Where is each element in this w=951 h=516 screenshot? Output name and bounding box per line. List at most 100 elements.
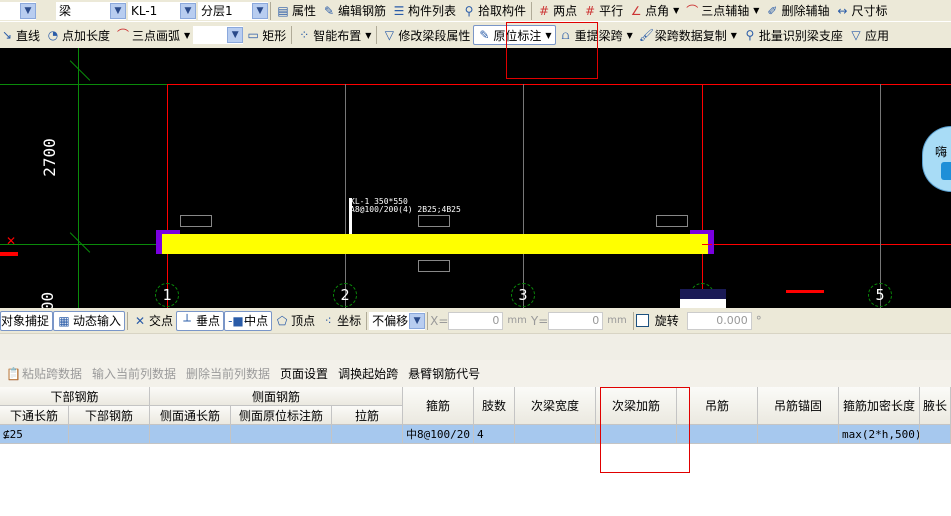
rotate-checkbox[interactable]: [635, 314, 649, 327]
swap-start-span-button[interactable]: 调换起始跨: [338, 364, 398, 384]
table-cell[interactable]: 中8@100/20: [403, 425, 474, 444]
delete-axis-button[interactable]: ✐ 删除辅轴: [762, 1, 832, 21]
in-situ-annotation-icon: ✎: [479, 28, 490, 42]
arc-button[interactable]: ⌒ 三点画弧 ▼: [113, 25, 193, 45]
table-cell[interactable]: [332, 425, 403, 444]
parallel-button[interactable]: # 平行: [580, 1, 626, 21]
y-input[interactable]: 0: [548, 311, 604, 330]
arc-mode-select[interactable]: ▼: [193, 26, 244, 44]
beam-label[interactable]: KL-1 350*550 A8@100/200(4) 2B25;4B25: [350, 198, 461, 214]
span-table: 下部钢筋 侧面钢筋 下通长筋 下部钢筋 侧面通长筋 侧面原位标注筋 拉筋 箍筋 肢数 次梁宽度 次梁…: [0, 387, 951, 444]
rotate-input[interactable]: 0.000: [686, 311, 752, 330]
modify-beam-icon: ▽: [384, 28, 394, 42]
column-group-header: 侧面钢筋: [150, 387, 403, 406]
axis-label: 2: [333, 283, 357, 307]
table-cell[interactable]: [515, 425, 596, 444]
dynamic-input-icon: ▦: [58, 313, 70, 328]
annotation-box[interactable]: [418, 260, 450, 272]
chevron-down-icon: ▼: [180, 2, 196, 19]
column-header: 下通长筋: [0, 406, 69, 425]
delete-axis-icon: ✐: [767, 3, 778, 18]
two-point-button[interactable]: # 两点: [534, 1, 580, 21]
chevron-down-icon: ▼: [227, 27, 244, 43]
annotation-box[interactable]: [418, 215, 450, 227]
column-header: 吊筋锚固: [758, 387, 839, 425]
rectangle-icon: ▭: [247, 28, 259, 42]
name-select[interactable]: KL-1 ▼: [128, 1, 196, 20]
chevron-down-icon: ▼: [409, 312, 426, 329]
modify-beam-button[interactable]: ▽ 修改梁段属性: [379, 25, 473, 45]
delete-column-button[interactable]: 删除当前列数据: [186, 364, 270, 384]
drawing-canvas[interactable]: 2700 00 ✕ KL-1 350*550 A8@100/200(4) 2B2…: [0, 48, 951, 308]
perpendicular-button[interactable]: ┴ 垂点: [176, 310, 225, 331]
element-select[interactable]: 梁 ▼: [56, 1, 126, 20]
help-bubble[interactable]: 嗨: [922, 126, 951, 192]
batch-identify-icon: ⚲: [745, 28, 755, 42]
highlight-box: [600, 387, 690, 473]
table-cell[interactable]: ⊈25: [0, 425, 69, 444]
parallel-axis-icon: #: [585, 3, 596, 18]
page-setup-button[interactable]: 页面设置: [280, 364, 328, 384]
axis-label: 5: [868, 283, 892, 307]
input-column-button[interactable]: 输入当前列数据: [92, 364, 176, 384]
midpoint-icon: -■-: [228, 313, 249, 328]
cantilever-code-button[interactable]: 悬臂钢筋代号: [408, 364, 480, 384]
paste-icon: 📋: [6, 366, 21, 381]
intersection-icon: ✕: [135, 313, 146, 328]
copy-span-button[interactable]: 🖌 梁跨数据复制 ▼: [636, 25, 740, 45]
midpoint-button[interactable]: -■- 中点: [224, 310, 273, 331]
annotation-box[interactable]: [656, 215, 688, 227]
smart-layout-button[interactable]: ⁘ 智能布置 ▼: [294, 25, 374, 45]
dimension-icon: ↔: [837, 3, 848, 18]
component-list-icon: ☰: [393, 3, 405, 18]
pick-component-button[interactable]: ⚲ 拾取构件: [459, 1, 529, 21]
annotation-box[interactable]: [180, 215, 212, 227]
edit-rebar-button[interactable]: ✎ 编辑钢筋: [319, 1, 389, 21]
toolbar-component: ▼ 梁 ▼ KL-1 ▼ 分层1 ▼ ▤ 属性 ✎ 编辑钢筋 ☰ 构件列表 ⚲ 拾取构件 # 两…: [0, 0, 951, 21]
two-point-axis-icon: #: [539, 3, 550, 18]
dynamic-input-button[interactable]: ▦ 动态输入: [53, 310, 126, 331]
column-header: 次梁宽度: [515, 387, 596, 425]
offset-select[interactable]: 不偏移 ▼: [369, 311, 426, 330]
three-point-axis-icon: ⌒: [686, 3, 699, 18]
rectangle-button[interactable]: ▭ 矩形: [243, 25, 289, 45]
point-angle-icon: ∠: [630, 3, 642, 18]
column-header: 侧面原位标注筋: [231, 406, 332, 425]
table-cell[interactable]: [150, 425, 231, 444]
dimension-button[interactable]: ↔ 尺寸标: [832, 1, 890, 21]
point-angle-button[interactable]: ∠ 点角 ▼: [626, 1, 682, 21]
properties-button[interactable]: ▤ 属性: [273, 1, 319, 21]
object-snap-button[interactable]: 对象捕捉: [0, 310, 54, 331]
component-list-button[interactable]: ☰ 构件列表: [389, 1, 459, 21]
toolbar-draw: ↘ 直线 ◔ 点加长度 ⌒ 三点画弧 ▼ ▼ ▭ 矩形 ⁘ 智能布置 ▼ ▽ 修改梁段属性 ✎ 原…: [0, 22, 951, 48]
vertex-button[interactable]: ⬠ 顶点: [272, 311, 318, 331]
column-header: 侧面通长筋: [150, 406, 231, 425]
three-point-axis-button[interactable]: ⌒ 三点辅轴 ▼: [682, 1, 762, 21]
x-input[interactable]: 0: [448, 311, 504, 330]
apply-icon: ▽: [851, 28, 861, 42]
table-cell[interactable]: [920, 425, 951, 444]
chevron-down-icon: ▼: [110, 2, 126, 19]
layer-select[interactable]: 分层1 ▼: [198, 1, 268, 20]
apply-button[interactable]: ▽ 应用: [846, 25, 892, 45]
overlay-window-fragment: [680, 289, 726, 308]
batch-identify-button[interactable]: ⚲ 批量识别梁支座: [740, 25, 846, 45]
table-cell[interactable]: [758, 425, 839, 444]
intersection-button[interactable]: ✕ 交点: [130, 311, 176, 331]
point-length-button[interactable]: ◔ 点加长度: [43, 25, 113, 45]
beam[interactable]: [162, 234, 708, 254]
table-cell[interactable]: [69, 425, 150, 444]
copy-span-icon: 🖌: [638, 28, 654, 42]
type-select[interactable]: ▼: [0, 1, 36, 20]
line-button[interactable]: ↘ 直线: [0, 25, 43, 45]
coordinate-button[interactable]: ⁖ 坐标: [318, 311, 364, 331]
axis-label: 1: [155, 283, 179, 307]
table-toolbar: 📋 粘贴跨数据 输入当前列数据 删除当前列数据 页面设置 调换起始跨 悬臂钢筋代号: [0, 360, 951, 387]
column-group-header: 下部钢筋: [0, 387, 150, 406]
chevron-down-icon: ▼: [252, 2, 268, 19]
table-cell[interactable]: [231, 425, 332, 444]
table-cell[interactable]: 4: [474, 425, 515, 444]
table-cell[interactable]: max(2*h,500): [839, 425, 920, 444]
paste-span-button[interactable]: 📋 粘贴跨数据: [6, 364, 82, 384]
axis-label: 3: [511, 283, 535, 307]
